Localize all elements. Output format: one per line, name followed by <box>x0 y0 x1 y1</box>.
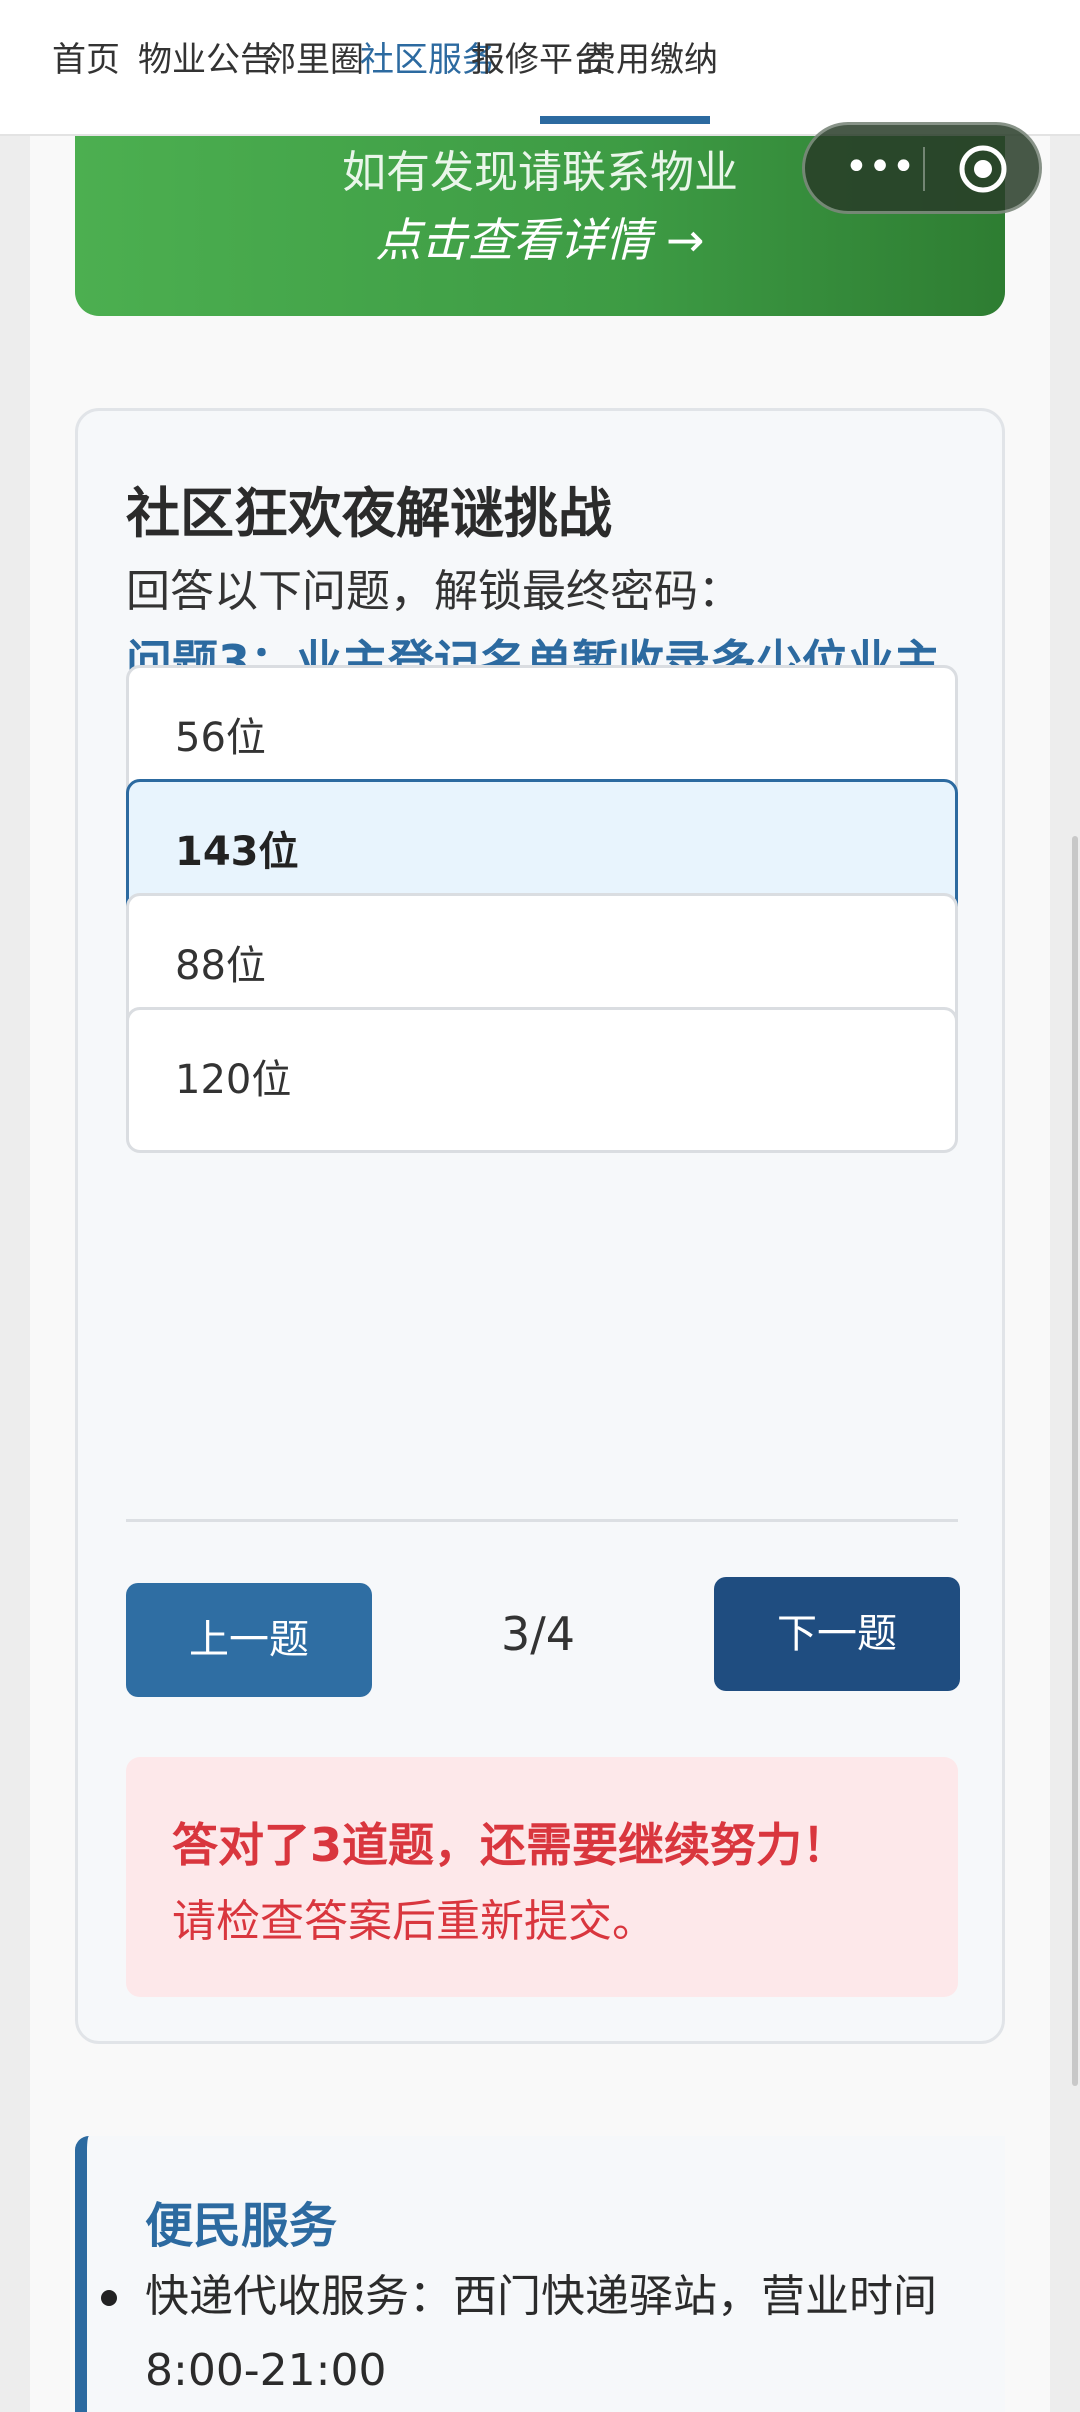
puzzle-title: 社区狂欢夜解谜挑战 <box>126 482 612 545</box>
services-card: 便民服务 快递代收服务：西门快递驿站，营业时间8:00-21:00 <box>75 2136 1005 2412</box>
result-message: 答对了3道题，还需要继续努力！ 请检查答案后重新提交。 <box>126 1757 958 1997</box>
scrollbar[interactable] <box>1072 836 1078 2086</box>
service-item-express: 快递代收服务：西门快递驿站，营业时间8:00-21:00 <box>145 2271 937 2396</box>
services-title: 便民服务 <box>145 2198 338 2254</box>
capsule-divider <box>923 147 925 191</box>
tab-payment[interactable]: 费用缴纳 <box>582 32 718 81</box>
top-nav: 首页 物业公告 邻里圈 社区服务 报修平台 费用缴纳 <box>0 0 1080 136</box>
next-question-button[interactable]: 下一题 <box>714 1577 960 1691</box>
puzzle-card: 社区狂欢夜解谜挑战 回答以下问题，解锁最终密码： 问题3：业主登记名单暂收录多少… <box>75 408 1005 2044</box>
tab-announcements[interactable]: 物业公告 <box>138 32 274 81</box>
result-score: 答对了3道题，还需要继续努力！ <box>172 1818 849 1872</box>
answer-option-120[interactable]: 120位 <box>126 1007 958 1153</box>
tab-neighborhood[interactable]: 邻里圈 <box>262 32 364 81</box>
divider <box>126 1519 958 1522</box>
miniprogram-capsule: ••• <box>802 122 1042 214</box>
puzzle-subtitle: 回答以下问题，解锁最终密码： <box>126 566 742 617</box>
bullet-icon <box>101 2290 117 2306</box>
result-hint: 请检查答案后重新提交。 <box>172 1896 656 1947</box>
close-target-icon[interactable] <box>957 143 1009 195</box>
more-icon[interactable]: ••• <box>835 125 925 211</box>
question-progress: 3/4 <box>500 1607 576 1661</box>
active-tab-indicator <box>540 116 710 124</box>
prev-question-button[interactable]: 上一题 <box>126 1583 372 1697</box>
tab-home[interactable]: 首页 <box>52 32 120 81</box>
